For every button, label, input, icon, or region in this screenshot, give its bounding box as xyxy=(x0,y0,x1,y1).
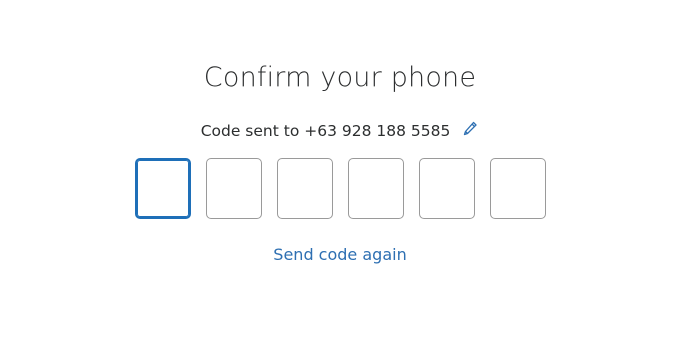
page-title: Confirm your phone xyxy=(203,62,477,93)
verification-code-inputs xyxy=(135,158,546,219)
code-digit-6-input[interactable] xyxy=(490,158,546,219)
code-digit-5-input[interactable] xyxy=(419,158,475,219)
send-code-again-link[interactable]: Send code again xyxy=(0,245,680,264)
pencil-icon[interactable] xyxy=(461,120,479,138)
phone-number: +63 928 188 5585 xyxy=(304,122,451,140)
code-sent-message: Code sent to +63 928 188 5585 xyxy=(0,120,680,140)
code-digit-3-input[interactable] xyxy=(277,158,333,219)
code-digit-4-input[interactable] xyxy=(348,158,404,219)
code-digit-2-input[interactable] xyxy=(206,158,262,219)
code-sent-prefix: Code sent to xyxy=(200,122,300,140)
code-digit-1-input[interactable] xyxy=(135,158,191,219)
confirm-phone-page: Confirm your phone Code sent to +63 928 … xyxy=(0,0,680,341)
